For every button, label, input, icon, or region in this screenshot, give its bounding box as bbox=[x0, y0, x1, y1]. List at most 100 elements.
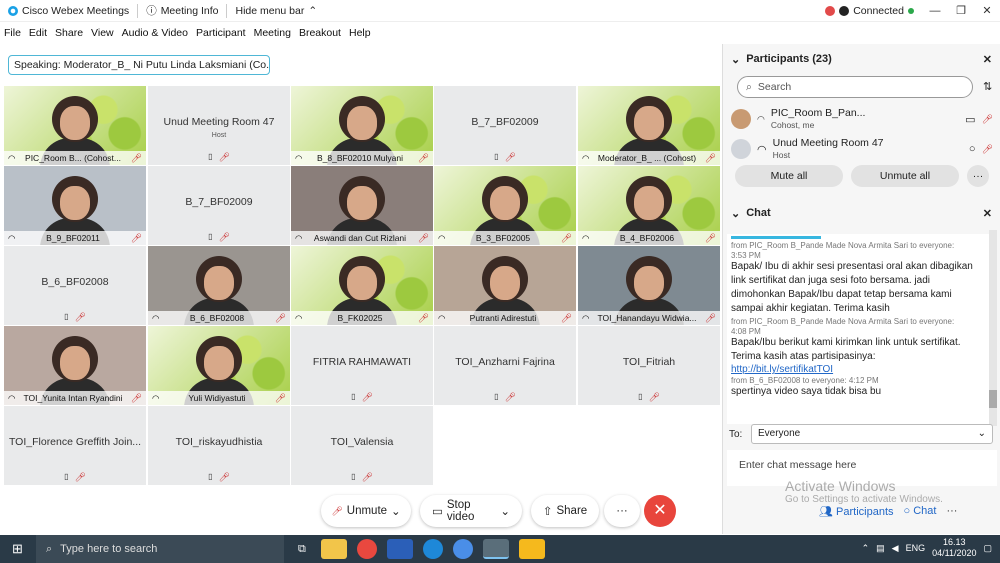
video-tile[interactable]: FITRIA RAHMAWATI ▯ 🎤︎ bbox=[291, 326, 433, 405]
video-tile[interactable]: ◠ PIC_Room B... (Cohost... 🎤︎ bbox=[4, 86, 146, 165]
scrollbar-thumb[interactable] bbox=[989, 390, 997, 408]
participant-row[interactable]: ◠ PIC_Room B_Pan... Cohost, me ▭ 🎤︎ bbox=[731, 104, 993, 134]
close-panel-icon[interactable]: ✕ bbox=[983, 207, 992, 220]
menu-view[interactable]: View bbox=[87, 27, 118, 39]
minimize-button[interactable]: — bbox=[922, 5, 948, 17]
maximize-button[interactable]: ❐ bbox=[948, 4, 974, 17]
recipient-select[interactable]: Everyone ⌄ bbox=[751, 424, 993, 444]
chrome-icon[interactable] bbox=[356, 539, 377, 559]
video-tile[interactable]: TOI_Florence Greffith Join... ▯ 🎤︎ bbox=[4, 406, 146, 485]
participant-video-figure bbox=[347, 266, 377, 300]
video-tile[interactable]: ◠ Putranti Adirestuti 🎤︎ bbox=[434, 246, 576, 325]
more-options-button[interactable]: ··· bbox=[604, 495, 640, 527]
unmute-button[interactable]: 🎤︎ Unmute ⌄ bbox=[321, 495, 411, 527]
video-tile[interactable]: ◠ B_FK02025 🎤︎ bbox=[291, 246, 433, 325]
language-indicator[interactable]: ENG bbox=[906, 543, 926, 553]
tile-name-bar: ◠ Moderator_B_ ... (Cohost) 🎤︎ bbox=[578, 151, 720, 165]
video-tile[interactable]: ◠ B_4_BF02006 🎤︎ bbox=[578, 166, 720, 245]
chevron-up-icon[interactable]: ⌃ bbox=[862, 543, 870, 554]
video-tile[interactable]: ◠ TOI_Yunita Intan Ryandini 🎤︎ bbox=[4, 326, 146, 405]
menu-share[interactable]: Share bbox=[51, 27, 87, 39]
mic-muted-icon: 🎤︎ bbox=[274, 312, 286, 323]
video-tile[interactable]: ◠ Moderator_B_ ... (Cohost) 🎤︎ bbox=[578, 86, 720, 165]
video-tile[interactable]: ◠ Aswandi dan Cut Rizlani 🎤︎ bbox=[291, 166, 433, 245]
chat-message: Bapak/Ibu berikut kami kirimkan link unt… bbox=[731, 337, 961, 362]
menu-file[interactable]: File bbox=[0, 27, 25, 39]
more-icon[interactable]: ··· bbox=[946, 505, 957, 518]
video-tile[interactable]: B_6_BF02008 ▯ 🎤︎ bbox=[4, 246, 146, 325]
video-tile[interactable]: TOI_Valensia ▯ 🎤︎ bbox=[291, 406, 433, 485]
file-explorer-icon[interactable] bbox=[320, 539, 347, 559]
menu-breakout[interactable]: Breakout bbox=[295, 27, 345, 39]
participant-row[interactable]: ◠ Unud Meeting Room 47 Host ○ 🎤︎ bbox=[731, 134, 993, 164]
video-tile[interactable]: ◠ Yuli Widiyastuti 🎤︎ bbox=[148, 326, 290, 405]
participant-video-figure bbox=[634, 266, 664, 300]
stop-video-button[interactable]: ▭ Stop video ⌄ bbox=[420, 495, 522, 527]
chat-header[interactable]: ⌄ Chat ✕ bbox=[723, 200, 1000, 226]
video-tile[interactable]: ◠ B_3_BF02005 🎤︎ bbox=[434, 166, 576, 245]
network-icon[interactable]: ▤ bbox=[876, 543, 885, 554]
video-tile[interactable]: ◠ B_9_BF02011 🎤︎ bbox=[4, 166, 146, 245]
participants-tab[interactable]: 👥︎ Participants bbox=[819, 505, 894, 518]
webex-taskbar-icon[interactable] bbox=[482, 539, 509, 559]
connected-dot-icon bbox=[908, 7, 914, 14]
share-button[interactable]: ⇧ Share bbox=[531, 495, 599, 527]
word-icon[interactable] bbox=[386, 539, 413, 559]
volume-icon[interactable]: ◀ bbox=[892, 543, 899, 554]
leave-meeting-button[interactable]: ✕ bbox=[644, 495, 676, 527]
video-tile[interactable]: TOI_riskayudhistia ▯ 🎤︎ bbox=[148, 406, 290, 485]
sort-icon[interactable]: ⇅ bbox=[983, 80, 992, 93]
menu-edit[interactable]: Edit bbox=[25, 27, 51, 39]
mic-muted-icon[interactable]: 🎤︎ bbox=[982, 144, 993, 155]
menu-help[interactable]: Help bbox=[345, 27, 375, 39]
chat-scrollbar[interactable] bbox=[989, 230, 997, 426]
mic-muted-icon: 🎤︎ bbox=[417, 152, 429, 163]
security-app-icon[interactable] bbox=[518, 539, 545, 559]
meeting-info-button[interactable]: ⓘ Meeting Info bbox=[138, 3, 226, 18]
mic-muted-icon: 🎤︎ bbox=[704, 232, 716, 243]
activate-windows-watermark: Activate Windows Go to Settings to activ… bbox=[785, 478, 943, 505]
certificate-link[interactable]: http://bit.ly/sertifikatTOI bbox=[731, 364, 985, 375]
windows-start-icon[interactable]: ⊞ bbox=[12, 541, 23, 557]
participants-header[interactable]: ⌄ Participants (23) ✕ bbox=[723, 46, 1000, 72]
mic-muted-icon: 🎤︎ bbox=[218, 232, 230, 242]
participant-more-button[interactable]: ··· bbox=[967, 165, 989, 187]
unmute-all-button[interactable]: Unmute all bbox=[851, 165, 959, 187]
device-icon: ▯ bbox=[638, 392, 643, 401]
video-tile[interactable]: TOI_Fitriah ▯ 🎤︎ bbox=[578, 326, 720, 405]
task-view-icon[interactable]: ⧉ bbox=[298, 543, 306, 556]
video-tile[interactable]: ◠ B_8_BF02010 Mulyani 🎤︎ bbox=[291, 86, 433, 165]
chat-messages: from PIC_Room B_Pande Made Nova Armita S… bbox=[727, 234, 989, 424]
close-panel-icon[interactable]: ✕ bbox=[983, 53, 992, 66]
mic-muted-icon: 🎤︎ bbox=[417, 232, 429, 243]
participant-search-input[interactable]: ⌕ Search bbox=[737, 76, 973, 98]
video-tile[interactable]: ◠ TOI_Hanandayu Widwia... 🎤︎ bbox=[578, 246, 720, 325]
edge-icon[interactable] bbox=[422, 539, 443, 559]
mic-muted-icon: 🎤︎ bbox=[417, 312, 429, 323]
mic-muted-icon: 🎤︎ bbox=[130, 232, 142, 243]
mute-all-button[interactable]: Mute all bbox=[735, 165, 843, 187]
video-tile[interactable]: B_7_BF02009 ▯ 🎤︎ bbox=[434, 86, 576, 165]
video-tile[interactable]: B_7_BF02009 ▯ 🎤︎ bbox=[148, 166, 290, 245]
video-tile[interactable]: TOI_Anzharni Fajrina ▯ 🎤︎ bbox=[434, 326, 576, 405]
mic-muted-icon: 🎤︎ bbox=[130, 392, 142, 403]
clock[interactable]: 16.13 04/11/2020 bbox=[932, 537, 976, 559]
chat-tab[interactable]: ○ Chat bbox=[904, 505, 937, 518]
participant-name: PIC_Room B... (Cohost... bbox=[25, 153, 121, 163]
close-window-button[interactable]: ✕ bbox=[974, 4, 1000, 17]
device-icon: ▯ bbox=[208, 472, 213, 481]
tile-name-bar: ◠ Putranti Adirestuti 🎤︎ bbox=[434, 311, 576, 325]
mic-muted-icon[interactable]: 🎤︎ bbox=[982, 114, 993, 125]
chat-sender: from B_6_BF02008 to everyone: 4:12 PM bbox=[731, 376, 879, 385]
notification-icon[interactable]: ▢ bbox=[983, 543, 992, 554]
tile-name-bar: ◠ Yuli Widiyastuti 🎤︎ bbox=[148, 391, 290, 405]
menu-participant[interactable]: Participant bbox=[192, 27, 250, 39]
hide-menu-bar-button[interactable]: Hide menu bar ⌃ bbox=[227, 5, 325, 17]
menu-meeting[interactable]: Meeting bbox=[250, 27, 295, 39]
chrome-alt-icon[interactable] bbox=[452, 539, 473, 559]
video-tile[interactable]: ◠ B_6_BF02008 🎤︎ bbox=[148, 246, 290, 325]
tile-status-icons: ▯ 🎤︎ bbox=[148, 472, 290, 483]
taskbar-search[interactable]: ⌕ Type here to search bbox=[36, 535, 284, 563]
menu-audio-video[interactable]: Audio & Video bbox=[118, 27, 192, 39]
video-tile[interactable]: Unud Meeting Room 47 Host ▯ 🎤︎ bbox=[148, 86, 290, 165]
